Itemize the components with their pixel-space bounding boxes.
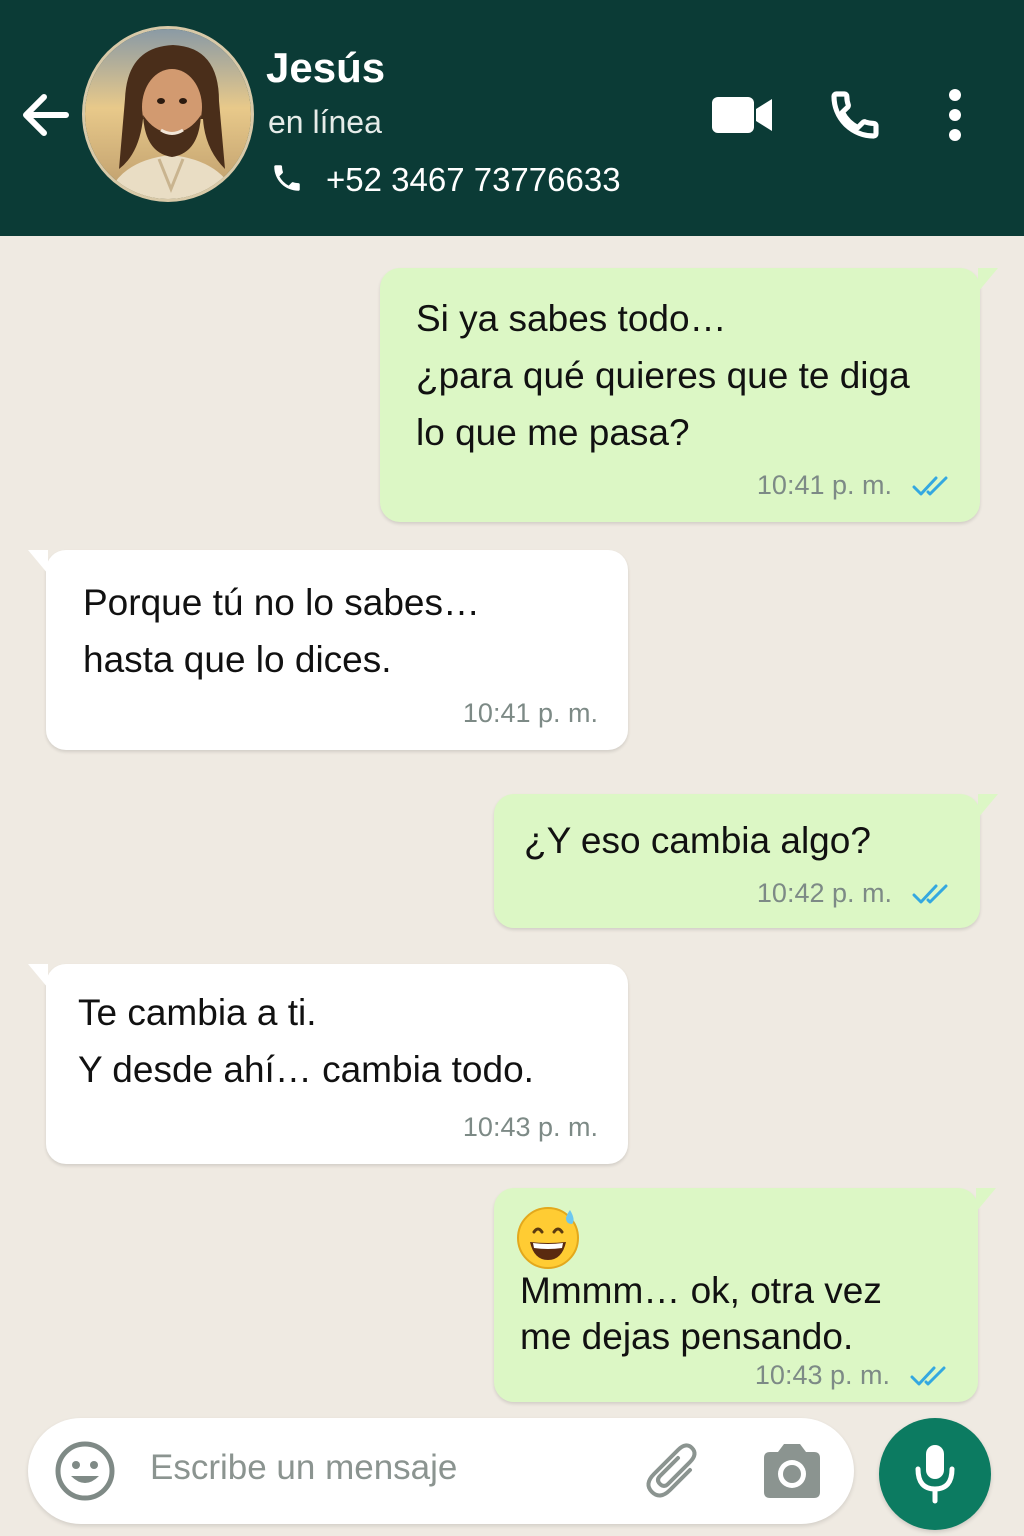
message-timestamp: 10:42 p. m. (756, 878, 892, 908)
message-text-line: Te cambia a ti. (78, 992, 317, 1033)
message-meta: 10:43 p. m. (463, 1112, 598, 1143)
contact-avatar[interactable] (82, 26, 254, 202)
message-text-line: me dejas pensando. (520, 1316, 854, 1357)
message-input[interactable]: Escribe un mensaje (150, 1448, 457, 1488)
contact-phone-number: +52 3467 73776633 (326, 161, 621, 198)
read-ticks-icon (912, 474, 952, 498)
message-text-line: hasta que lo dices. (83, 639, 392, 680)
microphone-icon[interactable] (879, 1418, 991, 1530)
message-text-line: Mmmm… ok, otra vez (520, 1270, 882, 1311)
more-options-icon[interactable] (930, 82, 980, 148)
read-ticks-icon (910, 1364, 950, 1388)
video-call-icon[interactable] (706, 82, 778, 148)
message-incoming[interactable]: Porque tú no lo sabes… hasta que lo dice… (28, 550, 628, 750)
message-text-line: Porque tú no lo sabes… (83, 582, 480, 623)
message-incoming[interactable]: Te cambia a ti. Y desde ahí… cambia todo… (28, 964, 628, 1164)
message-outgoing[interactable]: ¿Y eso cambia algo? 10:42 p. m. (494, 794, 998, 928)
message-meta: 10:41 p. m. (757, 470, 952, 501)
chat-header: Jesús en línea +52 3467 73776633 (0, 0, 1024, 236)
paperclip-icon[interactable] (642, 1440, 708, 1502)
message-text-line: ¿para qué quieres que te diga (416, 355, 910, 396)
message-outgoing[interactable]: Mmmm… ok, otra vez me dejas pensando. 10… (494, 1188, 996, 1402)
contact-name[interactable]: Jesús (266, 44, 385, 92)
message-text-line: lo que me pasa? (416, 412, 690, 453)
contact-phone-row: +52 3467 73776633 (270, 160, 621, 200)
message-timestamp: 10:41 p. m. (756, 470, 892, 500)
message-timestamp: 10:41 p. m. (462, 698, 598, 728)
message-meta: 10:41 p. m. (463, 698, 598, 729)
message-text-line: Y desde ahí… cambia todo. (78, 1049, 534, 1090)
back-arrow-icon[interactable] (18, 88, 72, 142)
read-ticks-icon (912, 882, 952, 906)
grinning-face-with-sweat-icon (516, 1204, 582, 1270)
message-text-line: Si ya sabes todo… (416, 298, 727, 339)
contact-status: en línea (268, 104, 382, 140)
message-composer[interactable]: Escribe un mensaje (28, 1418, 854, 1524)
message-text-line: ¿Y eso cambia algo? (524, 820, 871, 861)
message-meta: 10:43 p. m. (755, 1360, 950, 1391)
message-outgoing[interactable]: Si ya sabes todo… ¿para qué quieres que … (380, 268, 998, 522)
camera-icon[interactable] (758, 1440, 826, 1502)
message-timestamp: 10:43 p. m. (754, 1360, 890, 1390)
emoji-icon[interactable] (52, 1438, 118, 1504)
phone-call-icon[interactable] (822, 82, 888, 148)
message-timestamp: 10:43 p. m. (462, 1112, 598, 1142)
phone-icon (270, 161, 304, 200)
message-meta: 10:42 p. m. (757, 878, 952, 909)
